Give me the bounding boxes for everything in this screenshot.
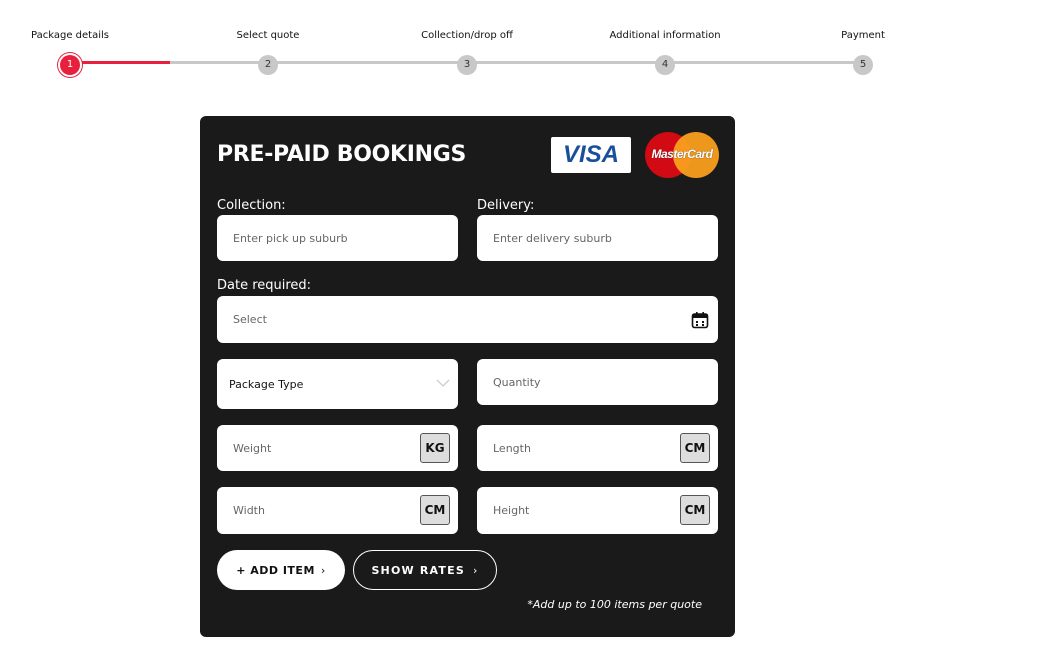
length-unit-badge: CM	[680, 433, 710, 463]
package-type-value: Package Type	[229, 377, 304, 391]
width-unit-badge: CM	[420, 495, 450, 525]
step-label: Collection/drop off	[421, 30, 513, 41]
step-label: Select quote	[236, 30, 300, 41]
length-input[interactable]: Length CM	[477, 425, 718, 471]
collection-input[interactable]: Enter pick up suburb	[217, 215, 458, 261]
delivery-input[interactable]: Enter delivery suburb	[477, 215, 718, 261]
show-rates-button[interactable]: SHOW RATES ›	[353, 550, 497, 590]
step-collection[interactable]: Collection/drop off 3	[387, 30, 547, 75]
progress-stepper: Package details 1 Select quote 2 Collectio…	[0, 0, 1045, 80]
date-label: Date required:	[217, 278, 312, 293]
add-item-button[interactable]: + ADD ITEM ›	[217, 550, 345, 590]
weight-placeholder: Weight	[233, 441, 272, 455]
items-note: *Add up to 100 items per quote	[527, 598, 702, 611]
step-number: 5	[853, 55, 873, 75]
delivery-label: Delivery:	[477, 198, 535, 213]
length-placeholder: Length	[493, 441, 531, 455]
step-number: 1	[60, 55, 80, 75]
step-number: 4	[655, 55, 675, 75]
weight-unit-badge: KG	[420, 433, 450, 463]
width-placeholder: Width	[233, 504, 265, 517]
add-item-label: + ADD ITEM	[236, 563, 315, 577]
chevron-right-icon: ›	[320, 563, 326, 577]
visa-logo: VISA	[551, 137, 631, 173]
step-additional-info[interactable]: Additional information 4	[585, 30, 745, 75]
step-label: Payment	[841, 30, 885, 41]
step-number: 3	[457, 55, 477, 75]
show-rates-label: SHOW RATES	[371, 563, 465, 577]
height-placeholder: Height	[493, 504, 530, 517]
step-payment[interactable]: Payment 5	[783, 30, 943, 75]
mastercard-logo: MasterCard	[645, 132, 719, 178]
step-number: 2	[258, 55, 278, 75]
step-label: Additional information	[609, 30, 721, 41]
package-type-select[interactable]: Package Type	[217, 359, 458, 409]
booking-card: PRE-PAID BOOKINGS VISA MasterCard Collec…	[200, 116, 735, 637]
chevron-down-icon	[436, 379, 450, 387]
weight-input[interactable]: Weight KG	[217, 425, 458, 471]
step-select-quote[interactable]: Select quote 2	[188, 30, 348, 75]
chevron-right-icon: ›	[472, 563, 479, 577]
date-placeholder: Select	[233, 313, 267, 326]
height-input[interactable]: Height CM	[477, 487, 718, 534]
collection-label: Collection:	[217, 198, 286, 213]
width-input[interactable]: Width CM	[217, 487, 458, 534]
calendar-icon[interactable]	[691, 311, 709, 329]
quantity-input[interactable]: Quantity	[477, 359, 718, 405]
step-label: Package details	[31, 30, 109, 41]
date-input[interactable]: Select	[217, 296, 718, 343]
height-unit-badge: CM	[680, 495, 710, 525]
card-title: PRE-PAID BOOKINGS	[217, 142, 467, 167]
step-package-details[interactable]: Package details 1	[0, 30, 150, 75]
